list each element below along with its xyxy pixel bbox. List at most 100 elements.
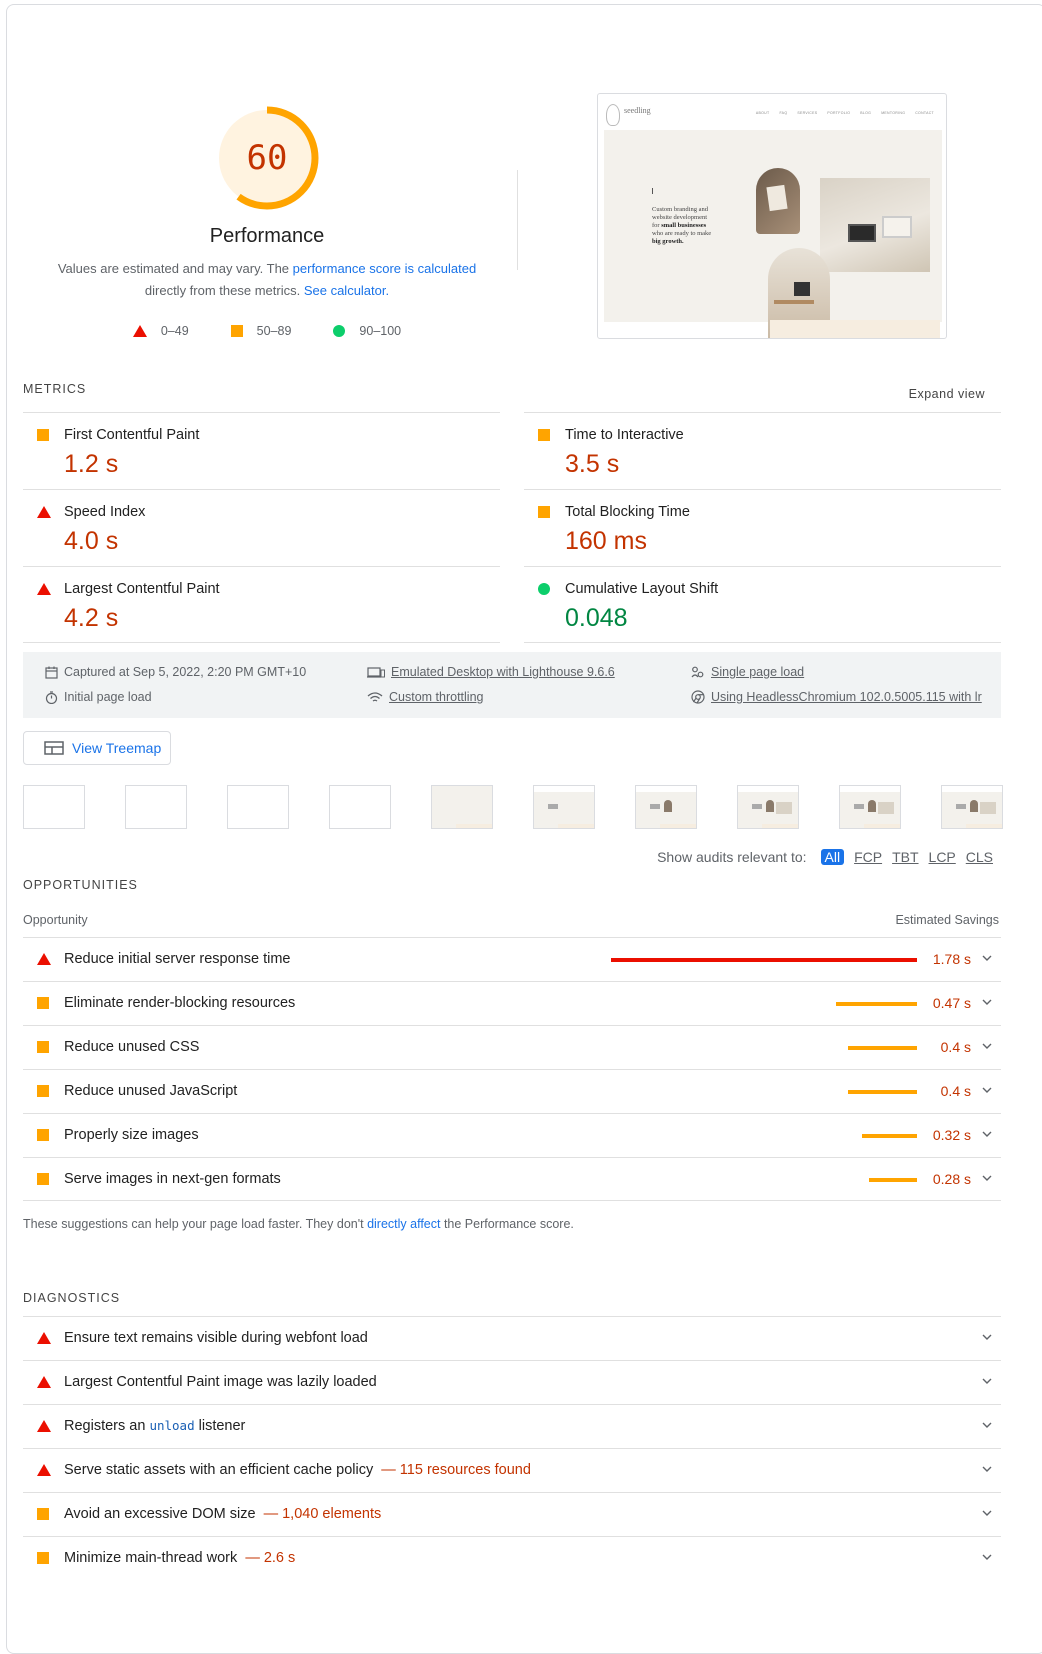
metric-fcp: First Contentful Paint 1.2 s <box>23 412 500 489</box>
diagnostic-title[interactable]: Serve static assets with an efficient ca… <box>64 1462 531 1478</box>
filter-fcp[interactable]: FCP <box>854 849 882 865</box>
wifi-icon <box>367 691 383 702</box>
expand-view-toggle[interactable]: Expand view <box>909 387 985 401</box>
chevron-down-icon[interactable] <box>981 1331 993 1343</box>
chevron-down-icon[interactable] <box>981 1375 993 1387</box>
pass-circle-icon <box>538 583 550 595</box>
screenshot-nav-item: MENTORING <box>881 111 906 115</box>
filter-lcp[interactable]: LCP <box>929 849 956 865</box>
emulated-device[interactable]: Emulated Desktop with Lighthouse 9.6.6 <box>367 665 615 679</box>
opportunity-title[interactable]: Properly size images <box>64 1127 199 1143</box>
opportunity-savings: 1.78 s <box>932 951 971 967</box>
vertical-divider <box>517 170 518 270</box>
opportunity-row[interactable]: Reduce unused CSS 0.4 s <box>23 1025 1001 1069</box>
chevron-down-icon[interactable] <box>981 1084 993 1096</box>
screenshot-brand: seedling <box>624 106 651 115</box>
screenshot-nav-item: FAQ <box>779 111 788 115</box>
metric-title: Largest Contentful Paint <box>64 581 220 597</box>
metric-title: Cumulative Layout Shift <box>565 581 719 597</box>
filter-tbt[interactable]: TBT <box>892 849 918 865</box>
opportunity-row[interactable]: Serve images in next-gen formats 0.28 s <box>23 1157 1001 1201</box>
diagnostic-row[interactable]: Serve static assets with an efficient ca… <box>23 1448 1001 1492</box>
diagnostic-display-value: — 115 resources found <box>381 1462 531 1478</box>
opportunity-row[interactable]: Reduce initial server response time 1.78… <box>23 937 1001 981</box>
opportunity-savings: 0.47 s <box>932 995 971 1011</box>
screenshot-hero: Custom branding and website development … <box>604 130 942 338</box>
view-treemap-label[interactable]: View Treemap <box>72 740 161 756</box>
emulated-device-text[interactable]: Emulated Desktop with Lighthouse 9.6.6 <box>391 665 615 679</box>
single-page-load[interactable]: Single page load <box>691 665 804 679</box>
opportunity-title[interactable]: Reduce unused CSS <box>64 1039 199 1055</box>
screenshot-nav-item: BLOG <box>860 111 872 115</box>
performance-gauge[interactable]: 60 <box>214 105 320 211</box>
score-legend: 0–49 50–89 90–100 <box>47 324 487 338</box>
legend-average: 50–89 <box>230 324 291 338</box>
diagnostic-title[interactable]: Largest Contentful Paint image was lazil… <box>64 1374 377 1390</box>
opportunity-row[interactable]: Reduce unused JavaScript 0.4 s <box>23 1069 1001 1113</box>
savings-bar <box>848 1046 917 1050</box>
diagnostic-row[interactable]: Minimize main-thread work — 2.6 s <box>23 1536 1001 1580</box>
throttling-text[interactable]: Custom throttling <box>389 690 483 704</box>
chevron-down-icon[interactable] <box>981 1128 993 1140</box>
metrics-divider <box>524 642 1001 643</box>
opportunity-title[interactable]: Serve images in next-gen formats <box>64 1171 281 1187</box>
final-screenshot[interactable]: seedling ABOUT FAQ SERVICES PORTFOLIO BL… <box>597 93 947 339</box>
metric-title: Time to Interactive <box>565 427 684 443</box>
opportunity-title[interactable]: Reduce unused JavaScript <box>64 1083 237 1099</box>
filter-all[interactable]: All <box>820 849 845 865</box>
legend-fail-label: 0–49 <box>160 324 189 338</box>
chevron-down-icon[interactable] <box>981 1463 993 1475</box>
metrics-divider <box>23 642 500 643</box>
chevron-down-icon[interactable] <box>981 1040 993 1052</box>
directly-affect-link[interactable]: directly affect <box>367 1217 440 1231</box>
diagnostics-list: Ensure text remains visible during webfo… <box>23 1316 1001 1580</box>
people-icon <box>691 666 704 677</box>
chevron-down-icon[interactable] <box>981 952 993 964</box>
diagnostics-title: DIAGNOSTICS <box>23 1291 121 1305</box>
diagnostic-title[interactable]: Registers an unload listener <box>64 1418 245 1434</box>
score-calculated-link[interactable]: performance score is calculated <box>293 261 477 276</box>
chevron-down-icon[interactable] <box>981 1507 993 1519</box>
view-treemap-button[interactable]: View Treemap <box>23 731 171 765</box>
browser-info[interactable]: Using HeadlessChromium 102.0.5005.115 wi… <box>691 690 982 704</box>
browser-info-text[interactable]: Using HeadlessChromium 102.0.5005.115 wi… <box>711 690 982 704</box>
filmstrip-frame <box>839 785 901 829</box>
opportunity-title[interactable]: Eliminate render-blocking resources <box>64 995 295 1011</box>
diagnostic-title[interactable]: Minimize main-thread work — 2.6 s <box>64 1550 295 1566</box>
legend-pass-label: 90–100 <box>359 324 402 338</box>
single-page-load-text[interactable]: Single page load <box>711 665 804 679</box>
audit-filter-label: Show audits relevant to: <box>657 849 807 865</box>
chevron-down-icon[interactable] <box>981 996 993 1008</box>
screenshot-arch-image <box>756 168 800 234</box>
fail-triangle-icon <box>37 1464 51 1476</box>
chevron-down-icon[interactable] <box>981 1172 993 1184</box>
opportunity-row[interactable]: Properly size images 0.32 s <box>23 1113 1001 1157</box>
diagnostic-title[interactable]: Avoid an excessive DOM size — 1,040 elem… <box>64 1506 381 1522</box>
throttling[interactable]: Custom throttling <box>367 690 483 704</box>
metric-value: 4.0 s <box>64 527 119 555</box>
opportunity-title[interactable]: Reduce initial server response time <box>64 951 290 967</box>
see-calculator-link[interactable]: See calculator. <box>304 283 389 298</box>
opportunity-row[interactable]: Eliminate render-blocking resources 0.47… <box>23 981 1001 1025</box>
chevron-down-icon[interactable] <box>981 1551 993 1563</box>
hero-line: Custom branding and <box>652 206 708 213</box>
opportunity-column-header: Opportunity <box>23 913 88 927</box>
diagnostic-title-post: listener <box>194 1418 246 1434</box>
diagnostic-row[interactable]: Largest Contentful Paint image was lazil… <box>23 1360 1001 1404</box>
filmstrip-frame <box>533 785 595 829</box>
chevron-down-icon[interactable] <box>981 1419 993 1431</box>
diagnostic-row[interactable]: Avoid an excessive DOM size — 1,040 elem… <box>23 1492 1001 1536</box>
diagnostic-row[interactable]: Ensure text remains visible during webfo… <box>23 1316 1001 1360</box>
opportunity-savings: 0.4 s <box>940 1083 971 1099</box>
audit-filter: Show audits relevant to: All FCP TBT LCP… <box>657 849 993 865</box>
screenshot-header: seedling ABOUT FAQ SERVICES PORTFOLIO BL… <box>598 94 946 130</box>
fail-triangle-icon <box>37 1376 51 1388</box>
metric-title: First Contentful Paint <box>64 427 200 443</box>
screenshot-nav-item: ABOUT <box>755 111 770 115</box>
filter-cls[interactable]: CLS <box>966 849 993 865</box>
captured-at: Captured at Sep 5, 2022, 2:20 PM GMT+10 <box>45 665 306 679</box>
diagnostic-row[interactable]: Registers an unload listener <box>23 1404 1001 1448</box>
captured-at-text: Captured at Sep 5, 2022, 2:20 PM GMT+10 <box>64 665 307 679</box>
metrics-title: METRICS <box>23 382 87 396</box>
diagnostic-title[interactable]: Ensure text remains visible during webfo… <box>64 1330 368 1346</box>
